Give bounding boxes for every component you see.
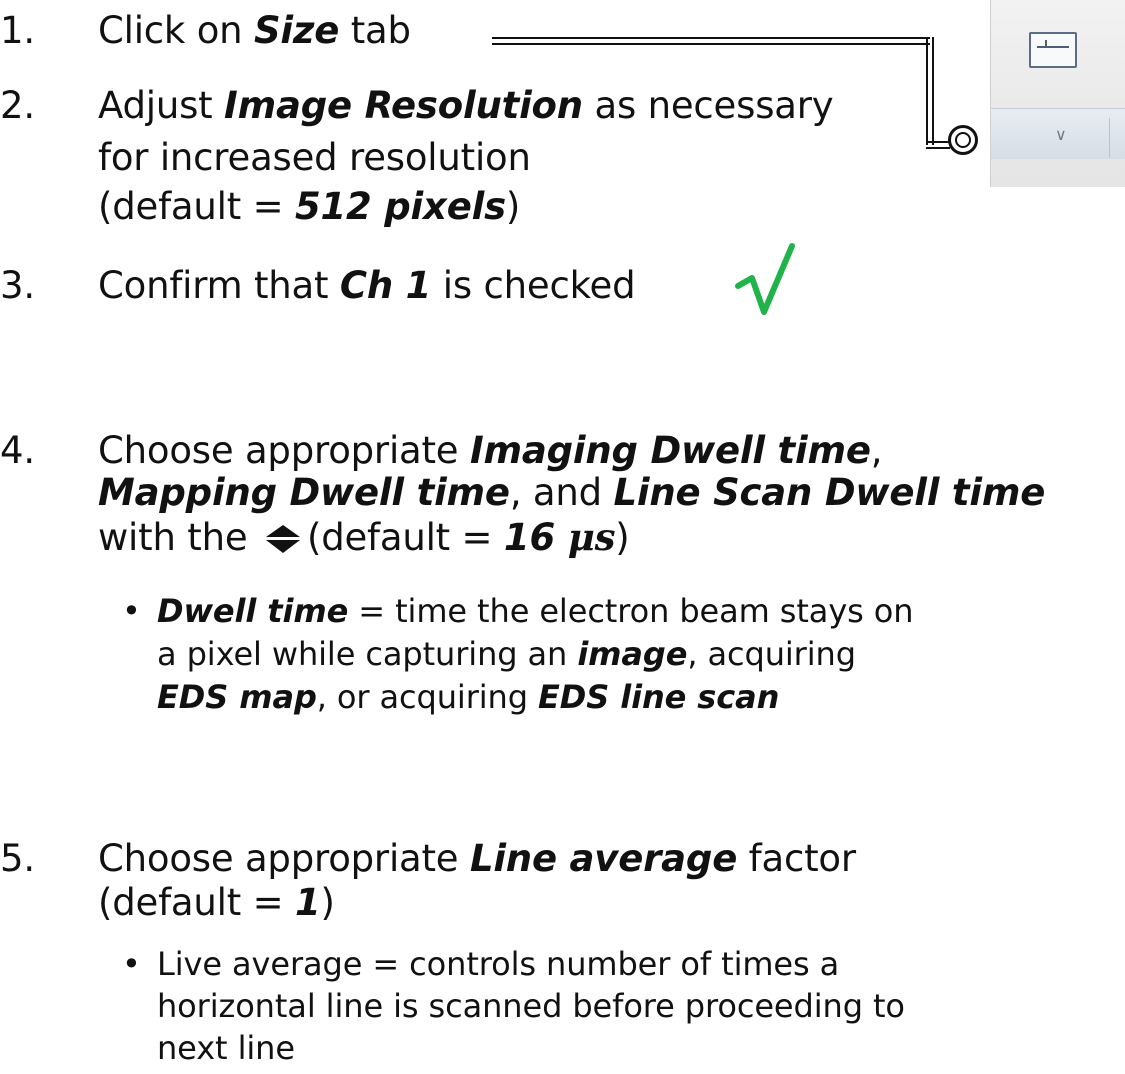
chevron-down-icon[interactable]: ∨ <box>1055 125 1067 144</box>
size-tab-icon[interactable] <box>1029 32 1077 68</box>
callout-ring-icon <box>948 125 978 155</box>
step-text: Choose appropriate Imaging Dwell time, <box>98 429 883 472</box>
connector-line-bottom <box>926 141 950 149</box>
step-text: Confirm that Ch 1 is checked <box>98 264 636 307</box>
up-down-arrows-icon <box>265 525 300 553</box>
size-tab-toolbar[interactable]: ∨ <box>990 0 1125 187</box>
connector-line-top <box>492 37 930 45</box>
bullet: • <box>122 592 141 630</box>
step-number: 4. <box>0 429 35 472</box>
step-text: Choose appropriate Line average factor <box>98 837 856 880</box>
step-text: Adjust Image Resolution as necessary <box>98 84 834 127</box>
step-number: 5. <box>0 837 35 880</box>
checkmark-icon <box>735 243 795 315</box>
step-number: 3. <box>0 264 35 307</box>
step-text: Click on Size tab <box>98 9 411 52</box>
toolbar-separator <box>1109 118 1110 158</box>
step-number: 2. <box>0 84 35 127</box>
step-number: 1. <box>0 9 35 52</box>
bullet: • <box>122 945 141 983</box>
connector-line-vertical <box>926 37 934 145</box>
